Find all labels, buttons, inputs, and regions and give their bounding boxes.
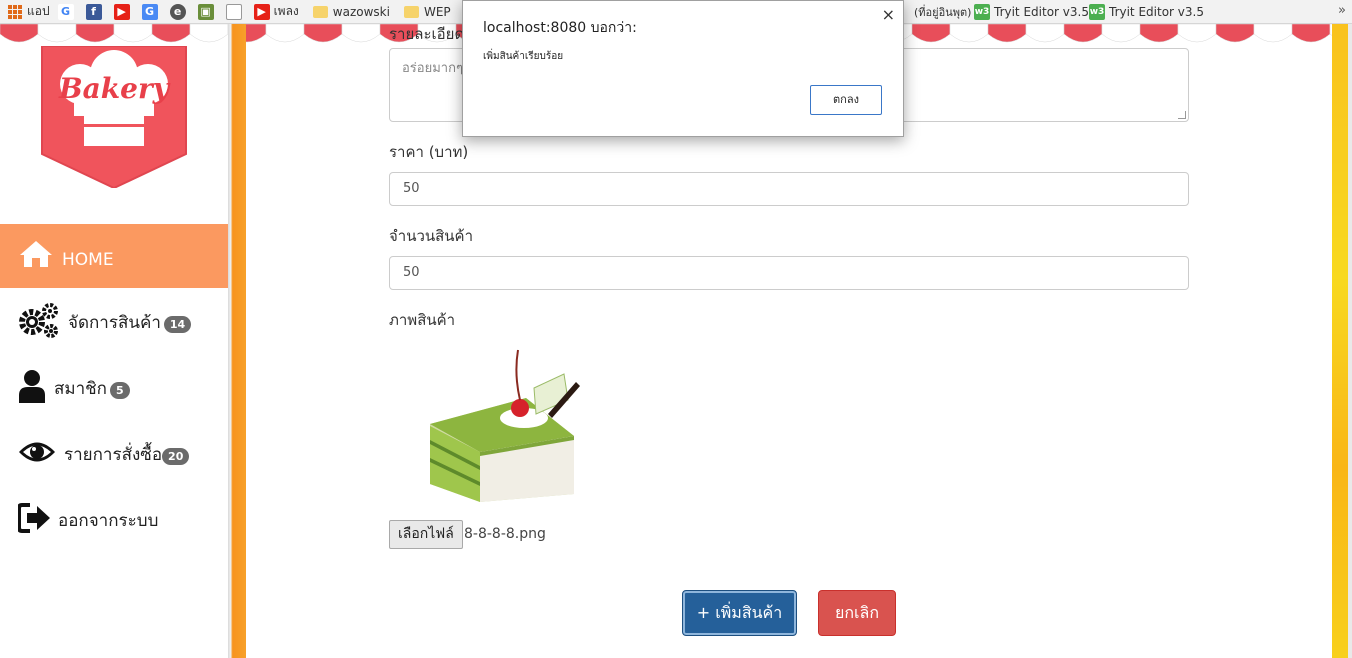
cancel-button[interactable]: ยกเลิก	[818, 590, 896, 636]
logo-text: Bakery	[58, 72, 170, 105]
youtube-icon: ▶	[113, 3, 130, 20]
user-icon	[18, 369, 46, 407]
folder-icon	[403, 5, 419, 18]
awning-stripe	[37, 24, 77, 43]
awning-stripe	[265, 24, 305, 43]
price-label: ราคา (บาท)	[389, 143, 469, 161]
count-badge: 14	[163, 315, 192, 333]
product-image	[424, 344, 594, 504]
awning-stripe	[1177, 24, 1217, 43]
facebook-icon: f	[85, 3, 102, 20]
folder-icon	[312, 5, 328, 18]
awning-stripe	[1291, 24, 1331, 43]
bookmark-music[interactable]: ▶ เพลง	[253, 0, 299, 23]
sidebar: Bakery HOME จัดการสินค้า 14 สมาชิก 5 ราย…	[0, 45, 230, 658]
awning-stripe	[0, 24, 39, 43]
bookmark-label: เพลง	[273, 4, 299, 18]
bookmark-label: แอป	[27, 4, 50, 18]
quantity-label: จำนวนสินค้า	[389, 227, 474, 245]
image-label: ภาพสินค้า	[389, 311, 456, 329]
sidebar-item-products[interactable]: จัดการสินค้า 14	[0, 290, 230, 354]
bookmarks-more-icon[interactable]: »	[1338, 3, 1346, 18]
sidebar-item-members[interactable]: สมาชิก 5	[0, 356, 230, 420]
ok-button[interactable]: ตกลง	[810, 85, 882, 115]
resize-grip-icon[interactable]	[1178, 111, 1186, 119]
bookmark-label: wazowski	[332, 4, 390, 19]
awning-stripe	[987, 24, 1027, 43]
awning-stripe	[949, 24, 989, 43]
dialog-message: เพิ่มสินค้าเรียบร้อย	[483, 51, 564, 62]
bookmark-tryit-1[interactable]: w3 Tryit Editor v3.5	[974, 0, 1089, 23]
w3schools-icon: w3	[974, 3, 990, 20]
awning-stripe	[189, 24, 229, 43]
dialog-title: localhost:8080 บอกว่า:	[483, 20, 637, 36]
translate-icon: G	[141, 3, 158, 20]
bookmark-label: (ที่อยู่อินพุต)	[914, 5, 972, 19]
bookmark-translate[interactable]: G	[141, 0, 162, 23]
awning-stripe	[113, 24, 153, 43]
sign-out-icon	[17, 503, 52, 537]
awning-stripe	[1253, 24, 1293, 43]
awning-stripe	[151, 24, 191, 43]
scrollbar[interactable]	[1348, 24, 1352, 658]
bookmark-apps[interactable]: แอป	[8, 0, 50, 23]
awning-stripe	[911, 24, 951, 43]
price-input[interactable]: 50	[389, 172, 1189, 206]
add-product-button[interactable]: + เพิ่มสินค้า	[682, 590, 797, 636]
bakery-logo: Bakery	[40, 45, 188, 190]
bookmark-input[interactable]: (ที่อยู่อินพุต)	[914, 0, 972, 23]
bookmark-edge[interactable]: e	[169, 0, 190, 23]
bookmark-page[interactable]	[225, 0, 246, 23]
sidebar-item-logout[interactable]: ออกจากระบบ	[0, 488, 230, 552]
awning-stripe	[303, 24, 343, 43]
alert-dialog: localhost:8080 บอกว่า: × เพิ่มสินค้าเรีย…	[462, 0, 904, 137]
sidebar-item-home[interactable]: HOME	[0, 224, 230, 288]
awning-stripe	[341, 24, 381, 43]
home-icon	[18, 239, 54, 273]
eye-icon	[18, 439, 56, 469]
sidebar-item-label: สมาชิก	[54, 378, 107, 399]
quantity-input[interactable]: 50	[389, 256, 1189, 290]
sidebar-item-label: ออกจากระบบ	[58, 510, 159, 531]
bookmark-wep[interactable]: WEP	[403, 0, 451, 23]
close-icon[interactable]: ×	[882, 5, 895, 24]
apps-grid-icon	[8, 4, 22, 19]
youtube-icon: ▶	[253, 3, 270, 20]
sidebar-item-label: HOME	[62, 250, 114, 270]
description-value: อร่อยมากๆ	[402, 61, 463, 76]
bookmark-wazowski[interactable]: wazowski	[312, 0, 390, 23]
bookmark-facebook[interactable]: f	[85, 0, 106, 23]
bookmark-google[interactable]: G	[57, 0, 78, 23]
bookmark-label: WEP	[423, 4, 451, 19]
bookmark-label: Tryit Editor v3.5	[1109, 4, 1204, 19]
awning-stripe	[1139, 24, 1179, 43]
awning-stripe	[1025, 24, 1065, 43]
awning-stripe	[1101, 24, 1141, 43]
bookmark-app[interactable]: ▣	[197, 0, 218, 23]
awning-stripe	[1063, 24, 1103, 43]
gears-icon	[18, 302, 60, 342]
sidebar-item-label: รายการสั่งซื้อ	[64, 444, 163, 465]
google-icon: G	[57, 3, 74, 20]
sidebar-item-orders[interactable]: รายการสั่งซื้อ 20	[0, 422, 230, 486]
edge-icon: e	[169, 3, 186, 20]
product-form: รายละเอียดสินค้า อร่อยมากๆ ราคา (บาท) 50…	[246, 25, 1332, 658]
bookmark-youtube[interactable]: ▶	[113, 0, 134, 23]
awning-stripe	[1215, 24, 1255, 43]
app-icon: ▣	[197, 3, 214, 20]
file-name: 8-8-8-8.png	[464, 526, 546, 542]
page-icon	[225, 3, 242, 20]
bookmark-tryit-2[interactable]: w3 Tryit Editor v3.5	[1089, 0, 1204, 23]
w3schools-icon: w3	[1089, 3, 1105, 20]
awning-stripe	[75, 24, 115, 43]
count-badge: 5	[109, 381, 130, 399]
choose-file-button[interactable]: เลือกไฟล์	[389, 520, 463, 549]
count-badge: 20	[162, 447, 190, 465]
sidebar-border	[228, 24, 246, 658]
bookmark-label: Tryit Editor v3.5	[994, 4, 1089, 19]
sidebar-item-label: จัดการสินค้า	[68, 312, 161, 333]
